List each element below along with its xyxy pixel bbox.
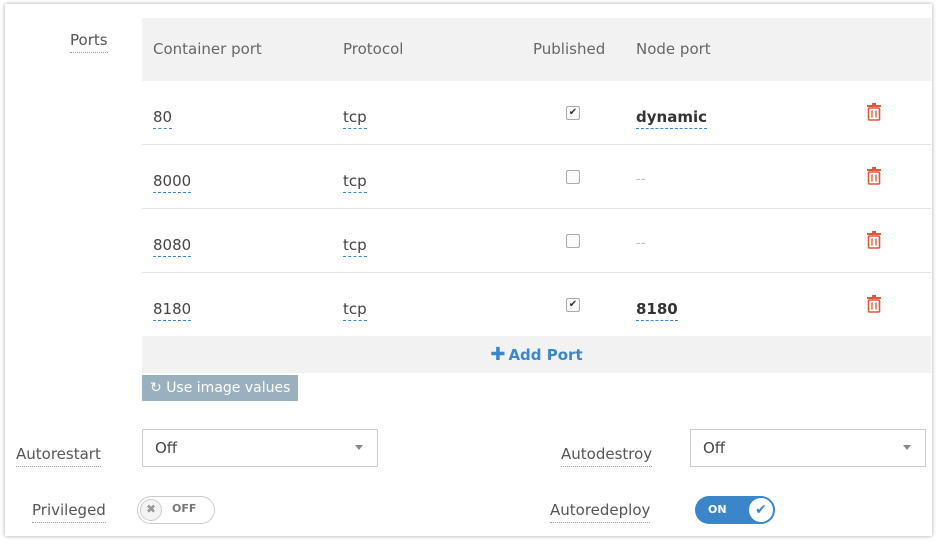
trash-icon[interactable] (866, 167, 882, 185)
protocol-value[interactable]: tcp (343, 236, 367, 257)
published-checkbox[interactable] (566, 170, 580, 184)
ports-label: Ports (70, 30, 108, 53)
published-checkbox[interactable]: ✔ (566, 298, 580, 312)
node-port-value: -- (636, 236, 646, 251)
trash-icon[interactable] (866, 231, 882, 249)
autodestroy-select[interactable]: Off (690, 429, 926, 467)
container-port-value[interactable]: 8080 (153, 236, 192, 257)
trash-icon[interactable] (866, 295, 882, 313)
privileged-label: Privileged (32, 500, 106, 523)
trash-icon[interactable] (866, 103, 882, 121)
autoredeploy-state: ON (708, 503, 727, 516)
port-row: 8080 tcp -- (142, 209, 931, 273)
node-port-value[interactable]: 8180 (636, 300, 678, 321)
autodestroy-label: Autodestroy (561, 444, 653, 467)
autorestart-label: Autorestart (16, 444, 101, 467)
header-published: Published (533, 40, 606, 58)
container-port-value[interactable]: 80 (153, 108, 173, 129)
service-settings-panel: Ports Container port Protocol Published … (5, 4, 932, 536)
privileged-toggle[interactable]: ✖ OFF (137, 496, 215, 524)
add-port-label: Add Port (508, 346, 583, 364)
use-image-values-label: Use image values (166, 380, 291, 396)
node-port-value[interactable]: dynamic (636, 108, 707, 129)
container-port-value[interactable]: 8000 (153, 172, 192, 193)
check-icon: ✔ (749, 498, 773, 522)
published-checkbox[interactable]: ✔ (566, 106, 580, 120)
privileged-state: OFF (172, 502, 197, 515)
use-image-values-button[interactable]: ↻ Use image values (142, 375, 299, 401)
header-protocol: Protocol (343, 40, 404, 58)
header-node-port: Node port (636, 40, 711, 58)
protocol-value[interactable]: tcp (343, 108, 367, 129)
caret-down-icon (355, 445, 363, 450)
autorestart-value: Off (155, 439, 178, 457)
ports-table-header: Container port Protocol Published Node p… (142, 18, 931, 81)
port-row: 8000 tcp -- (142, 145, 931, 209)
autoredeploy-toggle[interactable]: ON ✔ (695, 496, 775, 524)
autodestroy-value: Off (703, 439, 726, 457)
protocol-value[interactable]: tcp (343, 300, 367, 321)
protocol-value[interactable]: tcp (343, 172, 367, 193)
autorestart-select[interactable]: Off (142, 429, 378, 467)
published-checkbox[interactable] (566, 234, 580, 248)
container-port-value[interactable]: 8180 (153, 300, 192, 321)
node-port-value: -- (636, 172, 646, 187)
undo-icon: ↻ (150, 380, 162, 396)
plus-icon: ✚ (490, 344, 506, 365)
ports-table: Container port Protocol Published Node p… (142, 18, 931, 373)
autoredeploy-label: Autoredeploy (550, 500, 651, 523)
port-row: 8180 tcp ✔ 8180 (142, 273, 931, 336)
caret-down-icon (903, 445, 911, 450)
header-container-port: Container port (153, 40, 262, 58)
add-port-button[interactable]: ✚ Add Port (142, 336, 931, 373)
x-icon: ✖ (140, 499, 162, 521)
port-row: 80 tcp ✔ dynamic (142, 81, 931, 145)
